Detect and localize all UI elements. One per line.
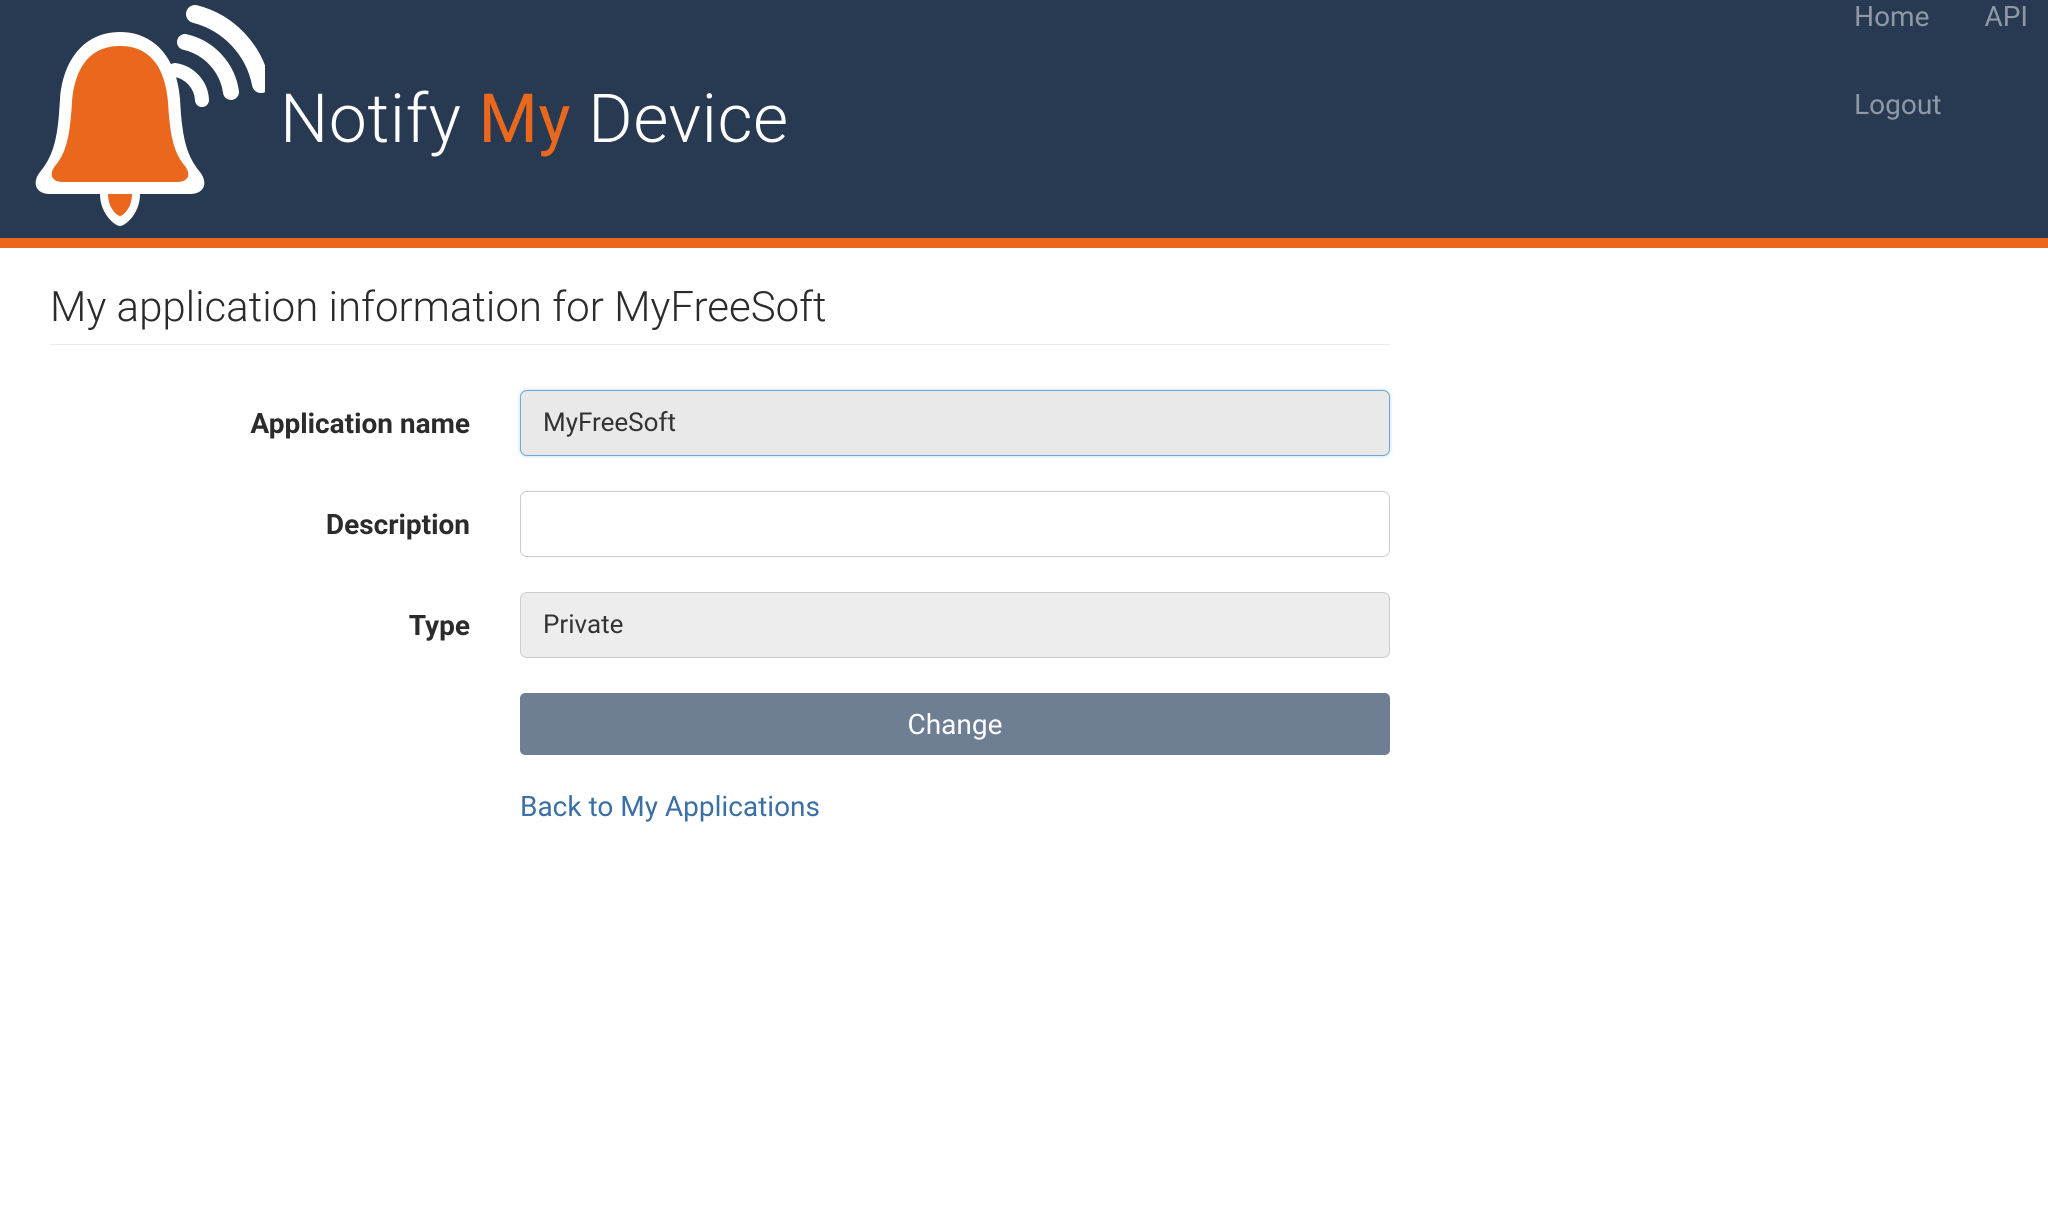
page-title: My application information for MyFreeSof… [50,283,1390,345]
brand-word-3: Device [588,79,789,159]
nav-row-bottom: Logout [1854,88,2028,121]
description-control [520,491,1390,557]
back-to-applications-link[interactable]: Back to My Applications [520,790,820,823]
type-select[interactable]: Private [520,592,1390,658]
form-row-type: Type Private [50,592,1390,658]
form-row-back-link: Back to My Applications [50,790,1390,823]
bell-logo-icon [0,0,270,239]
button-control: Change [520,693,1390,755]
form-row-description: Description [50,491,1390,557]
description-label: Description [50,508,520,541]
type-label: Type [50,609,520,642]
nav-row-top: Home API [1854,0,2028,33]
form-row-button: Change [50,693,1390,755]
nav: Home API Logout [1854,0,2028,176]
logo-block: Notify My Device [0,0,2028,238]
type-select-value: Private [543,610,623,640]
app-name-input[interactable] [520,390,1390,456]
app-name-control [520,390,1390,456]
description-input[interactable] [520,491,1390,557]
nav-api-link[interactable]: API [1984,0,2028,33]
button-offset [50,693,520,755]
brand-word-2: My [479,79,572,159]
link-control: Back to My Applications [520,790,1390,823]
app-name-label: Application name [50,407,520,440]
nav-home-link[interactable]: Home [1854,0,1929,33]
link-offset [50,790,520,823]
brand-word-1: Notify [280,79,461,159]
form-row-app-name: Application name [50,390,1390,456]
change-button[interactable]: Change [520,693,1390,755]
brand-title: Notify My Device [280,79,789,159]
nav-logout-link[interactable]: Logout [1854,88,1941,121]
type-control: Private [520,592,1390,658]
header: Notify My Device Home API Logout [0,0,2048,248]
main-container: My application information for MyFreeSof… [0,248,1440,893]
